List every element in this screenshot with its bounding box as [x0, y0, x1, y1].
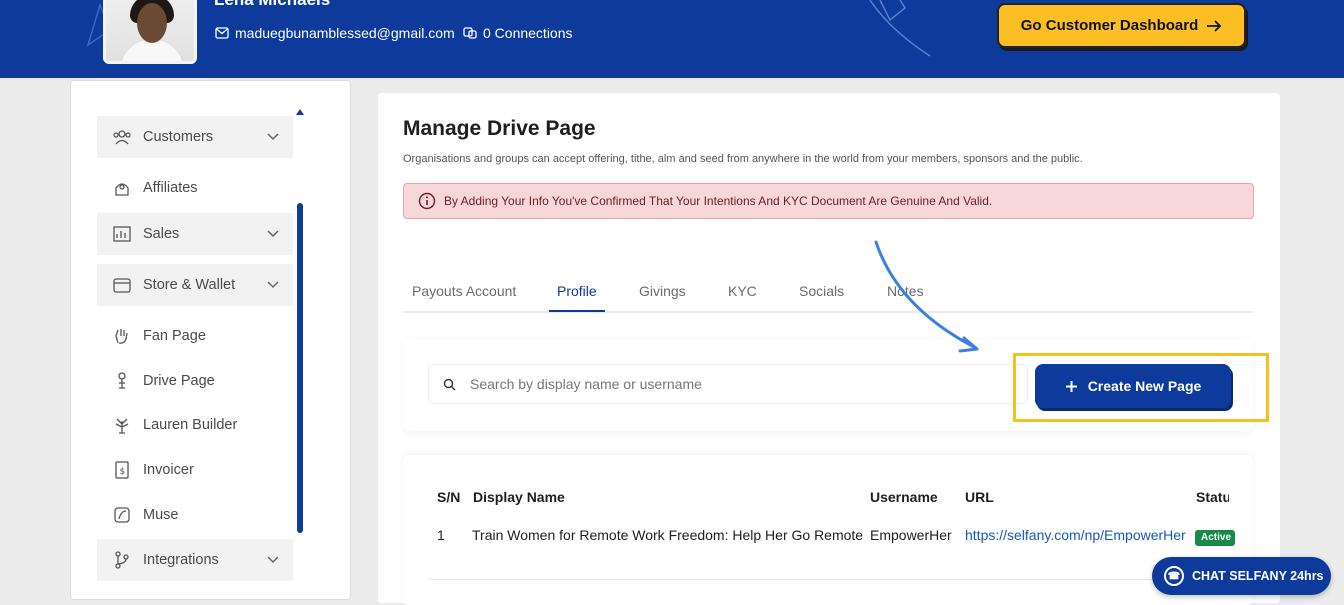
sidebar-item-label: Lauren Builder	[143, 417, 238, 433]
sidebar-item-label: Sales	[143, 226, 180, 242]
create-button-label: Create New Page	[1087, 378, 1202, 394]
annotation-arrow-icon	[874, 240, 979, 353]
chevron-down-icon	[267, 281, 279, 289]
sidebar: Customers Affiliates Sales Store & Walle…	[70, 80, 351, 600]
connections-text: 0 Connections	[483, 25, 573, 41]
row-sn: 1	[437, 527, 445, 543]
sidebar-item-fan-page[interactable]: Fan Page	[97, 317, 293, 355]
sidebar-item-label: Invoicer	[143, 462, 194, 478]
drive-icon	[111, 370, 133, 392]
info-icon	[418, 192, 436, 210]
column-header-username: Username	[870, 489, 938, 505]
chat-support-button[interactable]: ☎ CHAT SELFANY 24hrs	[1152, 557, 1331, 595]
column-header-status: Status	[1196, 489, 1229, 505]
sidebar-item-customers[interactable]: Customers	[97, 116, 293, 158]
plus-icon	[1065, 380, 1077, 392]
row-username: EmpowerHer	[870, 527, 952, 543]
chevron-down-icon	[267, 133, 279, 141]
sidebar-item-label: Customers	[143, 129, 214, 145]
tab-socials[interactable]: Socials	[799, 283, 844, 299]
row-url-link[interactable]: https://selfany.com/np/EmpowerHer	[965, 527, 1186, 543]
integrations-icon	[111, 549, 133, 571]
wallet-icon	[111, 274, 133, 296]
search-icon	[443, 378, 456, 390]
row-display-name: Train Women for Remote Work Freedom: Hel…	[472, 527, 864, 543]
kyc-alert: By Adding Your Info You've Confirmed Tha…	[403, 183, 1254, 219]
top-header: Lena Michaels maduegbunamblessed@gmail.c…	[0, 0, 1344, 78]
pen-icon	[111, 504, 133, 526]
column-header-url: URL	[965, 489, 994, 505]
active-tab-indicator	[549, 310, 605, 312]
svg-text:$: $	[120, 467, 126, 477]
page-subtitle: Organisations and groups can accept offe…	[403, 153, 1083, 165]
sidebar-item-label: Muse	[143, 507, 179, 523]
connections-icon	[463, 27, 477, 39]
chevron-down-icon	[267, 230, 279, 238]
main-content: Manage Drive Page Organisations and grou…	[378, 93, 1280, 605]
search-placeholder: Search by display name or username	[470, 376, 702, 392]
sidebar-item-label: Store & Wallet	[143, 277, 236, 293]
column-header-display-name: Display Name	[473, 489, 565, 505]
sales-icon	[111, 223, 133, 245]
arrow-right-icon	[1207, 19, 1222, 32]
search-input[interactable]: Search by display name or username	[428, 364, 1028, 404]
row-divider	[428, 579, 1253, 580]
status-badge: Active	[1195, 530, 1235, 546]
users-icon	[111, 126, 133, 148]
tab-profile[interactable]: Profile	[557, 283, 597, 299]
mail-icon	[215, 27, 229, 39]
whatsapp-icon: ☎	[1164, 566, 1184, 586]
invoice-icon: $	[111, 459, 133, 481]
tree-icon	[111, 414, 133, 436]
sidebar-scrollbar[interactable]	[297, 203, 303, 533]
sidebar-item-muse[interactable]: Muse	[97, 496, 293, 534]
column-header-sn: S/N	[437, 489, 461, 505]
go-customer-dashboard-button[interactable]: Go Customer Dashboard	[997, 3, 1246, 48]
pages-table: S/N Display Name Username URL Status 1 T…	[403, 455, 1253, 605]
scroll-up-icon[interactable]	[296, 109, 304, 115]
sidebar-item-invoicer[interactable]: $ Invoicer	[97, 451, 293, 489]
sidebar-item-affiliates[interactable]: Affiliates	[97, 169, 293, 207]
tab-payouts-account[interactable]: Payouts Account	[412, 283, 516, 299]
affiliates-icon	[111, 177, 133, 199]
create-new-page-button[interactable]: Create New Page	[1035, 364, 1231, 408]
decorative-swoosh-icon	[869, 0, 931, 57]
sidebar-item-integrations[interactable]: Integrations	[97, 539, 293, 581]
sidebar-item-label: Integrations	[143, 552, 219, 568]
tab-givings[interactable]: Givings	[639, 283, 686, 299]
sidebar-item-drive-page[interactable]: Drive Page	[97, 362, 293, 400]
connections-info: 0 Connections	[463, 25, 573, 41]
chat-label: CHAT SELFANY 24hrs	[1192, 569, 1324, 583]
email-text: maduegbunamblessed@gmail.com	[235, 25, 455, 41]
tab-kyc[interactable]: KYC	[728, 283, 757, 299]
page-title: Manage Drive Page	[403, 117, 596, 140]
hand-icon	[111, 325, 133, 347]
sidebar-item-sales[interactable]: Sales	[97, 213, 293, 255]
sidebar-item-label: Drive Page	[143, 373, 215, 389]
sidebar-item-label: Fan Page	[143, 328, 206, 344]
dashboard-button-label: Go Customer Dashboard	[1020, 17, 1199, 34]
avatar[interactable]	[103, 0, 197, 64]
email-info: maduegbunamblessed@gmail.com	[215, 25, 455, 41]
sidebar-item-label: Affiliates	[143, 180, 198, 196]
user-name: Lena Michaels	[214, 0, 330, 10]
chevron-down-icon	[267, 556, 279, 564]
tab-bar: Payouts Account Profile Givings KYC Soci…	[403, 275, 1253, 313]
sidebar-item-lauren-builder[interactable]: Lauren Builder	[97, 406, 293, 444]
alert-text: By Adding Your Info You've Confirmed Tha…	[444, 194, 993, 208]
sidebar-item-store-wallet[interactable]: Store & Wallet	[97, 264, 293, 306]
